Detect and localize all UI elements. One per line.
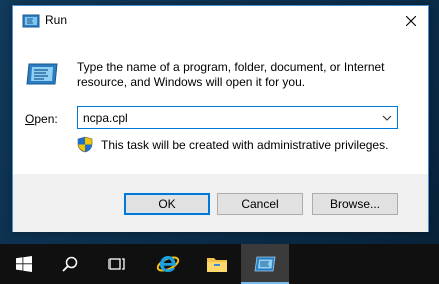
search-button[interactable] bbox=[46, 244, 94, 284]
run-dialog: Run Type the name of a program, folder, … bbox=[12, 5, 429, 232]
task-view-button[interactable] bbox=[93, 244, 141, 284]
internet-explorer-button[interactable] bbox=[144, 244, 192, 284]
file-explorer-icon bbox=[207, 258, 227, 272]
dropdown-button[interactable] bbox=[377, 107, 397, 128]
open-label: Open: bbox=[25, 112, 58, 126]
window-title: Run bbox=[45, 13, 68, 27]
cancel-button[interactable]: Cancel bbox=[217, 193, 303, 215]
taskbar bbox=[0, 244, 439, 284]
run-taskbar-button[interactable] bbox=[241, 244, 289, 284]
task-view-icon bbox=[108, 258, 125, 270]
file-explorer-button[interactable] bbox=[193, 244, 241, 284]
run-description: Type the name of a program, folder, docu… bbox=[77, 60, 385, 89]
open-input[interactable] bbox=[78, 107, 373, 128]
windows-start-icon bbox=[16, 256, 32, 272]
run-icon bbox=[22, 14, 40, 28]
close-icon bbox=[406, 15, 416, 26]
start-button[interactable] bbox=[0, 244, 48, 284]
ok-button[interactable]: OK bbox=[124, 193, 210, 215]
browse-button[interactable]: Browse... bbox=[312, 193, 398, 215]
uac-shield-icon bbox=[77, 136, 93, 153]
chevron-down-icon bbox=[382, 115, 392, 121]
open-combobox[interactable] bbox=[77, 106, 398, 129]
run-app-icon bbox=[254, 256, 276, 272]
title-bar[interactable]: Run bbox=[13, 6, 428, 36]
admin-privileges-note: This task will be created with administr… bbox=[101, 138, 389, 152]
dialog-footer: OK Cancel Browse... bbox=[13, 174, 428, 232]
close-button[interactable] bbox=[394, 6, 428, 35]
search-icon bbox=[62, 256, 78, 272]
run-program-icon bbox=[26, 63, 58, 85]
internet-explorer-icon bbox=[156, 256, 180, 272]
